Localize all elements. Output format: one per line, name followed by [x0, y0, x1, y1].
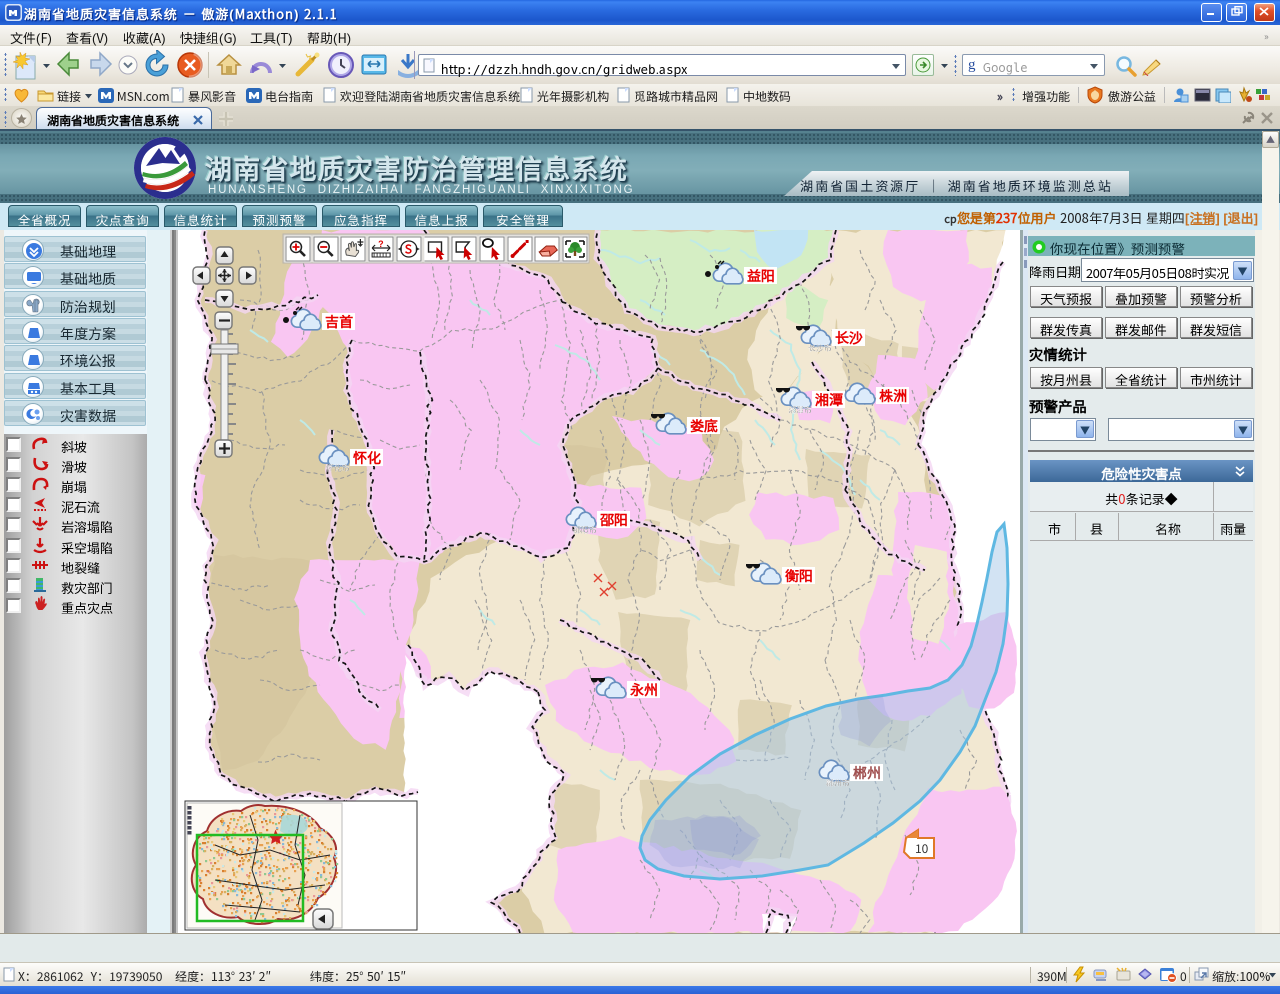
svg-text:吉首: 吉首 — [325, 312, 353, 332]
svg-text:永州: 永州 — [629, 680, 658, 700]
svg-text:长沙: 长沙 — [835, 328, 863, 348]
svg-text:S: S — [405, 241, 413, 258]
svg-text:娄底: 娄底 — [690, 416, 718, 436]
svg-text:长沙市: 长沙市 — [808, 343, 832, 354]
svg-text:株洲: 株洲 — [879, 386, 907, 406]
svg-text:湘潭市: 湘潭市 — [788, 405, 812, 416]
svg-text:怀化: 怀化 — [353, 448, 381, 468]
svg-text:郴州市: 郴州市 — [826, 778, 850, 789]
svg-text:?: ? — [378, 237, 384, 250]
svg-text:10: 10 — [915, 840, 929, 857]
svg-text:益阳: 益阳 — [747, 266, 775, 286]
svg-text:怀化市: 怀化市 — [326, 463, 350, 474]
svg-text:湘潭: 湘潭 — [815, 390, 844, 410]
svg-text:郴州: 郴州 — [853, 763, 881, 783]
svg-text:衡阳: 衡阳 — [785, 566, 813, 586]
svg-text:邵阳: 邵阳 — [599, 510, 628, 530]
svg-text:邵阳市: 邵阳市 — [573, 525, 597, 536]
